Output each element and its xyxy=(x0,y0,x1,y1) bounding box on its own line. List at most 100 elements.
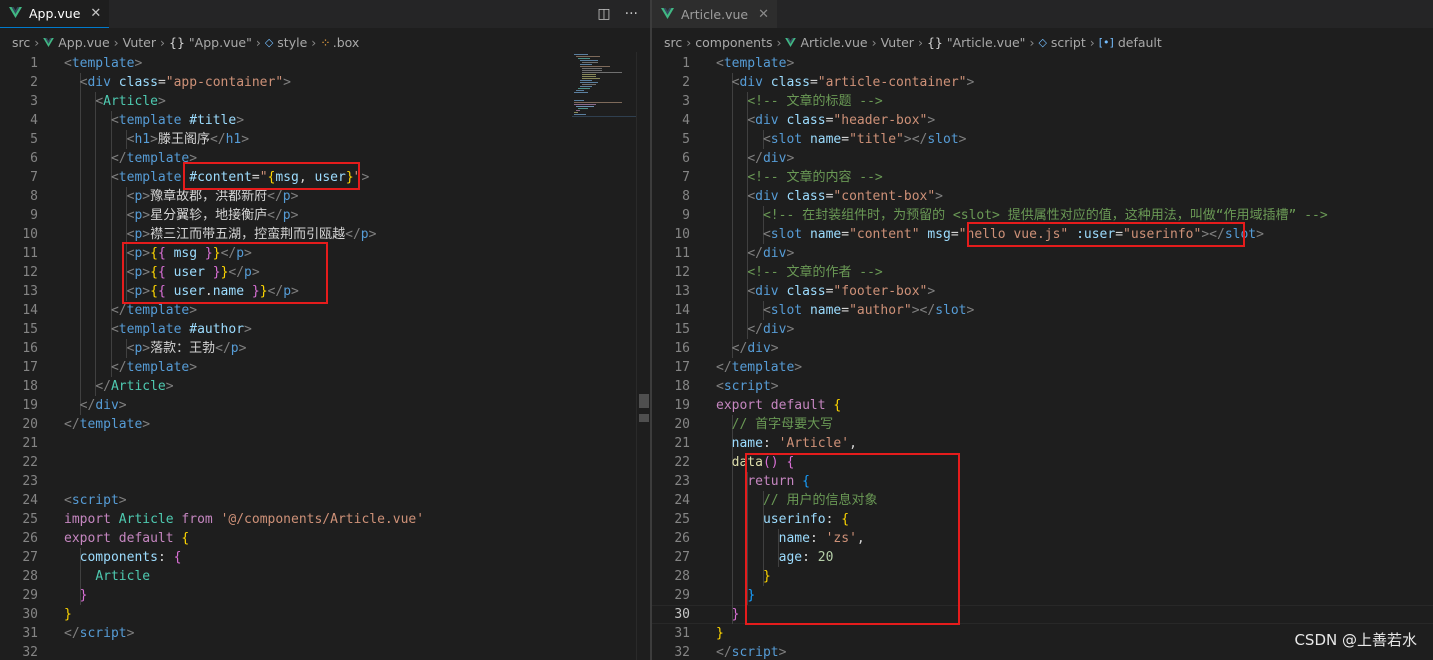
breadcrumb-components[interactable]: components xyxy=(695,35,772,50)
close-icon[interactable]: ✕ xyxy=(90,6,101,21)
code-text: <div class="content-box"> xyxy=(747,189,943,204)
code-line: 24 <script> xyxy=(0,491,650,510)
line-number: 25 xyxy=(674,512,690,527)
vue-file-icon xyxy=(43,35,55,50)
tab-app-vue[interactable]: App.vue ✕ xyxy=(0,0,110,28)
code-text: <slot name="title"></slot> xyxy=(762,132,967,147)
code-line: 27 components: { xyxy=(0,548,650,567)
code-text: <Article> xyxy=(95,94,166,109)
code-line: 25 import Article from '@/components/Arti… xyxy=(0,510,650,529)
left-tab-bar: App.vue ✕ ◫ ··· xyxy=(0,0,650,28)
code-text: } xyxy=(716,626,724,641)
code-line: 21 name: 'Article', xyxy=(652,434,1433,453)
code-text: <p>{{ user.name }}</p> xyxy=(126,284,299,299)
code-text: </div> xyxy=(747,246,795,261)
tab-article-vue[interactable]: Article.vue ✕ xyxy=(652,0,777,28)
minimap[interactable] xyxy=(572,52,636,132)
code-line: 16 <p>落款：王勃</p> xyxy=(0,339,650,358)
code-text: import Article from '@/components/Articl… xyxy=(64,512,425,527)
breadcrumb-src[interactable]: src xyxy=(12,35,30,50)
code-text: <slot name="author"></slot> xyxy=(762,303,975,318)
code-line: 17 </template> xyxy=(0,358,650,377)
code-line: 3 <!-- 文章的标题 --> xyxy=(652,92,1433,111)
code-line: 19 </div> xyxy=(0,396,650,415)
code-text: </script> xyxy=(64,626,135,641)
scrollbar-marker xyxy=(639,414,649,422)
breadcrumb-style[interactable]: style xyxy=(277,35,307,50)
chevron-right-icon: › xyxy=(776,34,782,50)
more-actions-icon[interactable]: ··· xyxy=(625,6,638,22)
code-line: 10 <slot name="content" msg="hello vue.j… xyxy=(652,225,1433,244)
breadcrumb-file[interactable]: App.vue xyxy=(58,35,109,50)
code-text: </div> xyxy=(747,322,795,337)
code-line: 1 <template> xyxy=(652,54,1433,73)
chevron-right-icon: › xyxy=(311,34,317,50)
code-text: <template> xyxy=(716,56,795,71)
close-icon[interactable]: ✕ xyxy=(758,7,769,22)
breadcrumb-object[interactable]: "App.vue" xyxy=(189,35,252,50)
code-text: <div class="article-container"> xyxy=(731,75,975,90)
braces-icon: {} xyxy=(926,34,943,50)
code-text: <script> xyxy=(64,493,127,508)
breadcrumb-vuter[interactable]: Vuter xyxy=(123,35,156,50)
code-line: 11 </div> xyxy=(652,244,1433,263)
code-line: 28 Article xyxy=(0,567,650,586)
scrollbar-thumb[interactable] xyxy=(639,394,649,408)
vue-file-icon xyxy=(9,6,22,21)
tab-label: App.vue xyxy=(29,6,81,21)
chevron-right-icon: › xyxy=(1089,34,1095,50)
code-line: 5 <slot name="title"></slot> xyxy=(652,130,1433,149)
code-text: <!-- 文章的作者 --> xyxy=(747,265,883,280)
code-area[interactable]: 1 <template> 2 <div class="article-contain… xyxy=(652,52,1433,660)
code-line: 12 <p>{{ user }}</p> xyxy=(0,263,650,282)
right-tab-bar: Article.vue ✕ xyxy=(652,0,1433,28)
line-number: 9 xyxy=(682,208,690,223)
code-line: 18 </Article> xyxy=(0,377,650,396)
line-number: 24 xyxy=(674,493,690,508)
line-number: 17 xyxy=(674,360,690,375)
code-line: 7 <!-- 文章的内容 --> xyxy=(652,168,1433,187)
code-line: 14 </template> xyxy=(0,301,650,320)
code-line: 4 <div class="header-box"> xyxy=(652,111,1433,130)
split-editor-icon[interactable]: ◫ xyxy=(597,6,610,22)
line-number: 32 xyxy=(674,645,690,660)
code-line: 6 </template> xyxy=(0,149,650,168)
default-export-icon: [•] xyxy=(1098,35,1114,49)
line-number: 12 xyxy=(22,265,38,280)
line-number: 14 xyxy=(674,303,690,318)
code-line: 19 export default { xyxy=(652,396,1433,415)
line-number: 17 xyxy=(22,360,38,375)
vertical-scrollbar[interactable] xyxy=(636,52,650,660)
code-line: 9 <!-- 在封装组件时，为预留的 <slot> 提供属性对应的值，这种用法，… xyxy=(652,206,1433,225)
breadcrumb-object[interactable]: "Article.vue" xyxy=(947,35,1026,50)
line-number: 4 xyxy=(30,113,38,128)
line-number: 15 xyxy=(22,322,38,337)
code-text: name: 'Article', xyxy=(731,436,857,451)
code-text: // 用户的信息对象 xyxy=(762,493,878,508)
breadcrumb-script[interactable]: script xyxy=(1051,35,1086,50)
breadcrumb-default[interactable]: default xyxy=(1118,35,1162,50)
code-area[interactable]: 1 <template> 2 <div class="app-container">… xyxy=(0,52,650,660)
breadcrumb-src[interactable]: src xyxy=(664,35,682,50)
chevron-right-icon: › xyxy=(255,34,261,50)
code-text: userinfo: { xyxy=(762,512,850,527)
code-line: 10 <p>襟三江而带五湖，控蛮荆而引瓯越</p> xyxy=(0,225,650,244)
code-line: 26 name: 'zs', xyxy=(652,529,1433,548)
line-number: 14 xyxy=(22,303,38,318)
line-number: 13 xyxy=(22,284,38,299)
code-line: 11 <p>{{ msg }}</p> xyxy=(0,244,650,263)
breadcrumb-file[interactable]: Article.vue xyxy=(800,35,867,50)
line-number: 21 xyxy=(674,436,690,451)
breadcrumb-selector[interactable]: .box xyxy=(333,35,360,50)
code-line: 1 <template> xyxy=(0,54,650,73)
code-text: <div class="header-box"> xyxy=(747,113,936,128)
line-number: 7 xyxy=(30,170,38,185)
css-selector-icon: ⁘ xyxy=(320,34,331,50)
line-number: 31 xyxy=(674,626,690,641)
code-line: 7 <template #content="{msg, user}"> xyxy=(0,168,650,187)
line-number: 15 xyxy=(674,322,690,337)
breadcrumb-vuter[interactable]: Vuter xyxy=(881,35,914,50)
chevron-right-icon: › xyxy=(160,34,166,50)
code-text: // 首字母要大写 xyxy=(731,417,834,432)
code-line: 3 <Article> xyxy=(0,92,650,111)
